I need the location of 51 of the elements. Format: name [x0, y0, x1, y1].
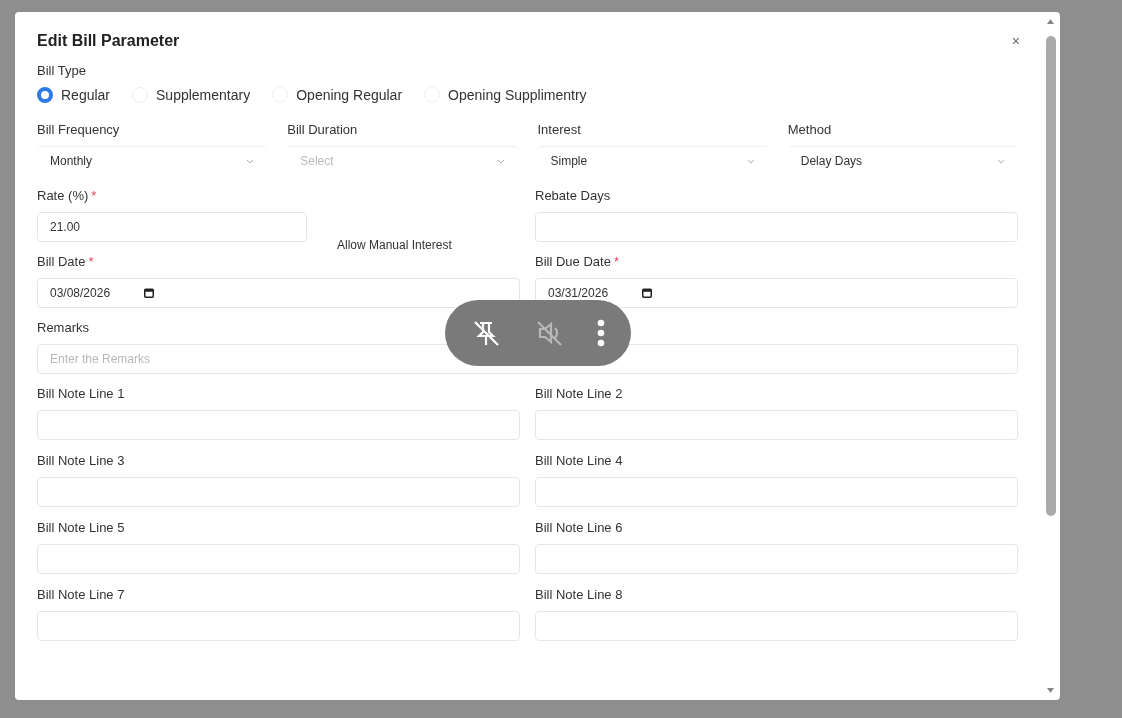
more-vertical-icon[interactable] [596, 319, 605, 347]
field-label: Bill Note Line 6 [535, 520, 623, 535]
radio-option[interactable]: Opening Supplimentry [424, 87, 587, 103]
input-field[interactable] [535, 611, 1018, 641]
field-label: Bill Note Line 8 [535, 587, 623, 602]
radio-button[interactable] [37, 87, 53, 103]
field-label: Remarks [37, 320, 89, 335]
mute-icon[interactable] [534, 318, 564, 348]
required-mark: * [88, 254, 94, 269]
field-label: Bill Note Line 5 [37, 520, 125, 535]
calendar-icon [642, 288, 653, 298]
scrollbar-thumb[interactable] [1046, 36, 1056, 516]
scrollbar[interactable] [1045, 16, 1056, 696]
required-mark: * [91, 188, 97, 203]
input-field[interactable]: 21.00 [37, 212, 307, 242]
chevron-down-icon [746, 158, 755, 164]
field-label: Bill Duration [287, 122, 358, 137]
field-label: Bill Date [37, 254, 86, 269]
date-field[interactable]: 03/31/2026 [535, 278, 1018, 308]
field-label: Rebate Days [535, 188, 611, 203]
field-label: Bill Note Line 3 [37, 453, 125, 468]
field-label: Bill Due Date [535, 254, 611, 269]
field-label: Rate (%) [37, 188, 89, 203]
radio-option[interactable]: Supplementary [132, 87, 251, 103]
field-label: Bill Note Line 2 [535, 386, 623, 401]
required-mark: * [613, 254, 619, 269]
input-field[interactable] [535, 477, 1018, 507]
chevron-down-icon [246, 158, 255, 164]
field-label: Interest [537, 122, 581, 137]
radio-option[interactable]: Opening Regular [272, 87, 403, 103]
input-field[interactable] [535, 410, 1018, 440]
field-label: Bill Frequency [37, 122, 120, 137]
field-label: Bill Note Line 4 [535, 453, 623, 468]
radio-option[interactable]: Regular [37, 87, 111, 103]
date-field[interactable]: 03/08/2026 [37, 278, 520, 308]
chevron-down-icon [496, 158, 505, 164]
field-label: Bill Type [37, 63, 86, 78]
close-button[interactable]: × [1009, 33, 1022, 49]
input-field[interactable] [535, 544, 1018, 574]
calendar-icon [144, 288, 155, 298]
chevron-down-icon [997, 158, 1005, 164]
input-field[interactable] [535, 212, 1018, 242]
field-label: Bill Note Line 7 [37, 587, 125, 602]
allow-manual-interest-label: Allow Manual Interest [337, 238, 452, 252]
field-label: Bill Note Line 1 [37, 386, 125, 401]
field-label: Method [787, 122, 832, 137]
dialog-title: Edit Bill Parameter [37, 32, 180, 50]
input-field[interactable] [37, 477, 520, 507]
input-field[interactable] [37, 611, 520, 641]
input-field[interactable] [37, 410, 520, 440]
input-field[interactable] [37, 544, 520, 574]
